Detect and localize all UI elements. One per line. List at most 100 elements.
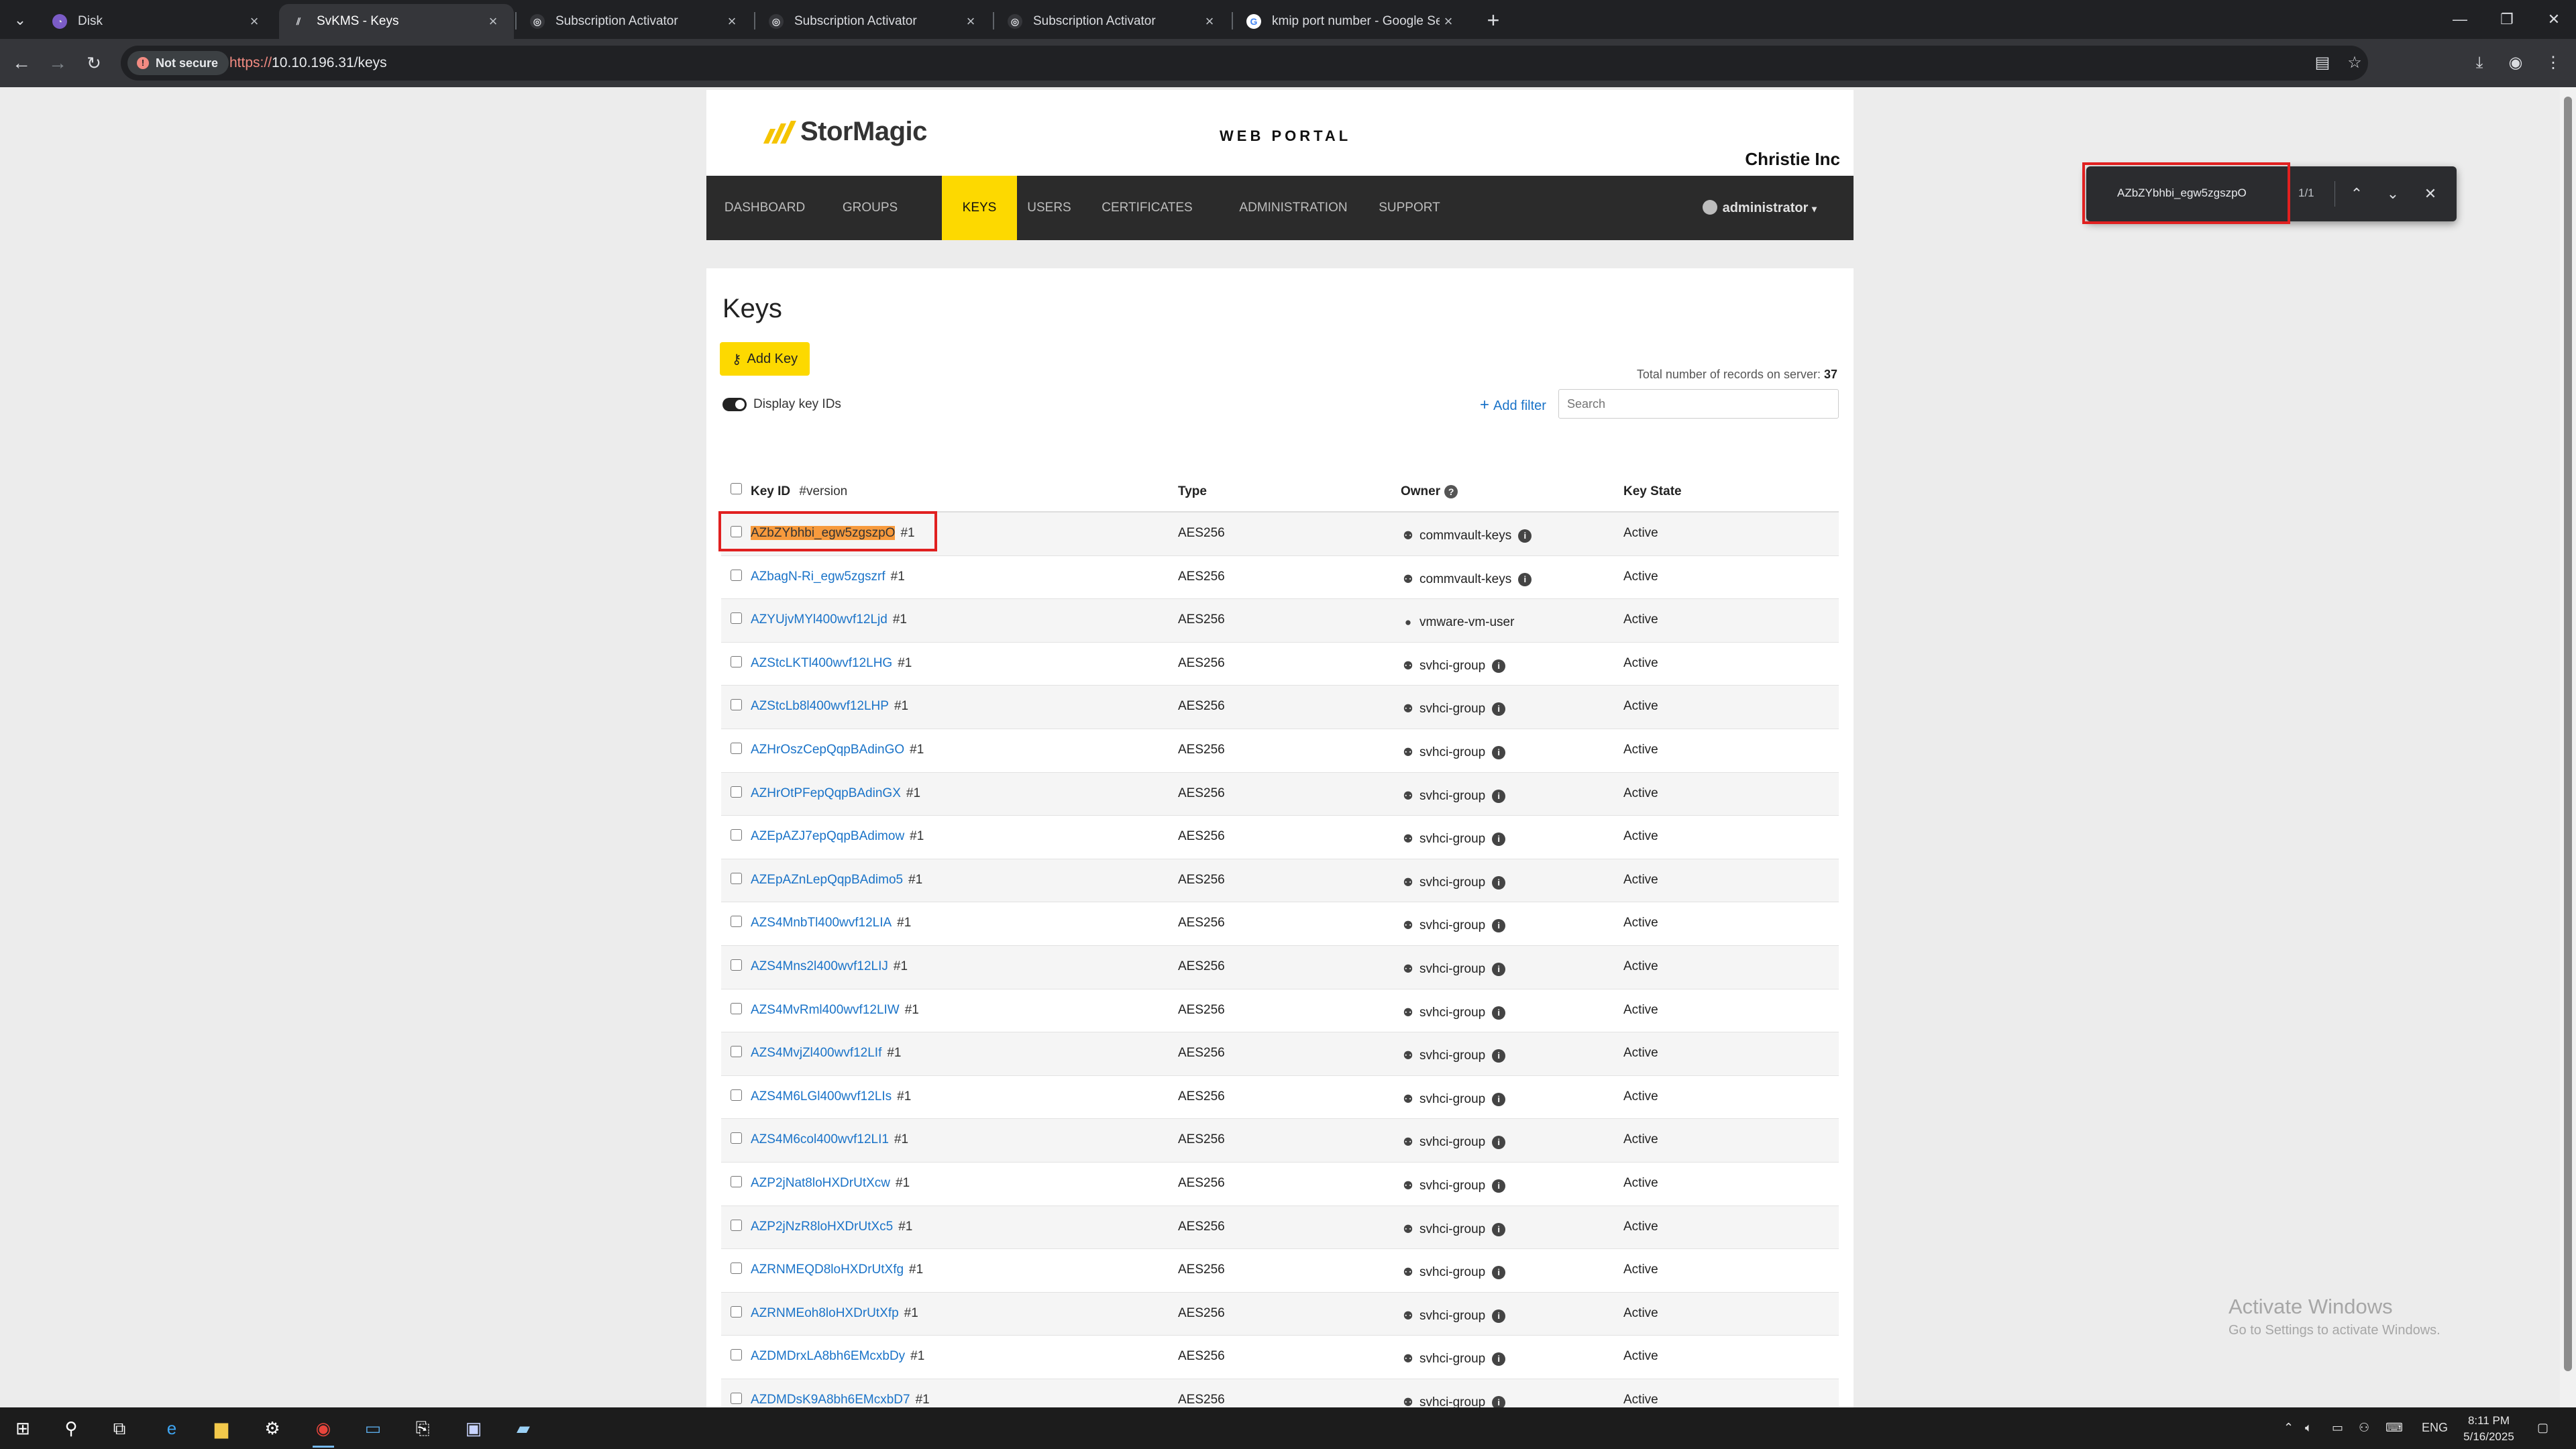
find-next-icon[interactable]: ⌄ [2380, 181, 2406, 207]
owner-info-icon[interactable]: i [1492, 1395, 1506, 1407]
owner-info-icon[interactable]: i [1492, 1049, 1506, 1063]
notifications-icon[interactable]: ▢ [2537, 1421, 2548, 1435]
windows-start-icon[interactable]: ⊞ [9, 1415, 36, 1442]
key-id-link[interactable]: AZHrOszCepQqpBAdinGO [751, 743, 904, 757]
close-tab-icon[interactable]: × [246, 13, 263, 30]
stormagic-logo[interactable]: StorMagic [763, 117, 927, 147]
owner-info-icon[interactable]: i [1492, 789, 1506, 803]
key-id-link[interactable]: AZS4Mns2l400wvf12LIJ [751, 959, 888, 973]
browser-menu-icon[interactable]: ⋮ [2540, 50, 2567, 76]
owner-info-icon[interactable]: i [1492, 875, 1506, 890]
task-view-icon[interactable]: ⧉ [106, 1415, 133, 1442]
key-id-link[interactable]: AZS4M6col400wvf12LI1 [751, 1132, 889, 1146]
browser-tab[interactable]: ◎ Subscription Activator × [996, 4, 1230, 39]
row-checkbox[interactable] [731, 1393, 742, 1404]
row-checkbox[interactable] [731, 872, 742, 884]
scrollbar-thumb[interactable] [2564, 97, 2572, 1371]
url-text[interactable]: https://10.10.196.31/keys [229, 55, 387, 71]
row-checkbox[interactable] [731, 1305, 742, 1318]
owner-info-icon[interactable]: i [1492, 1222, 1506, 1236]
key-id-link[interactable]: AZRNMEoh8loHXDrUtXfp [751, 1306, 899, 1320]
table-row[interactable]: AZEpAZJ7epQqpBAdimow #1 AES256 ⚉ svhci-group… [721, 816, 1839, 859]
key-id-link[interactable]: AZYUjvMYl400wvf12Ljd [751, 612, 888, 627]
table-row[interactable]: AZHrOtPFepQqpBAdinGX #1 AES256 ⚉ svhci-group… [721, 772, 1839, 816]
owner-info-icon[interactable]: i [1492, 1266, 1506, 1280]
nav-item-dashboard[interactable]: DASHBOARD [706, 176, 823, 240]
key-id-link[interactable]: AZDMDsK9A8bh6EMcxbD7 [751, 1393, 910, 1407]
nav-item-users[interactable]: USERS [1017, 176, 1081, 240]
close-tab-icon[interactable]: × [1440, 13, 1457, 30]
owner-info-icon[interactable]: i [1492, 833, 1506, 847]
table-row[interactable]: AZDMDrxLA8bh6EMcxbDy #1 AES256 ⚉ svhci-group… [721, 1336, 1839, 1379]
key-id-link[interactable]: AZbagN-Ri_egw5zgszrf [751, 570, 885, 584]
table-row[interactable]: AZS4Mns2l400wvf12LIJ #1 AES256 ⚉ svhci-group… [721, 946, 1839, 989]
nav-item-support[interactable]: SUPPORT [1370, 176, 1449, 240]
table-row[interactable]: AZS4MvjZl400wvf12LIf #1 AES256 ⚉ svhci-group… [721, 1032, 1839, 1076]
nav-item-certificates[interactable]: CERTIFICATES [1097, 176, 1197, 240]
table-row[interactable]: AZRNMEQD8loHXDrUtXfg #1 AES256 ⚉ svhci-group… [721, 1249, 1839, 1293]
powershell-icon[interactable]: ▰ [510, 1415, 537, 1442]
row-checkbox[interactable] [731, 612, 742, 625]
select-all-checkbox[interactable] [731, 483, 742, 494]
network-icon[interactable]: ▭ [2332, 1421, 2343, 1435]
find-close-icon[interactable]: ✕ [2418, 181, 2443, 207]
key-id-link[interactable]: AZHrOtPFepQqpBAdinGX [751, 786, 901, 800]
column-key-id[interactable]: Key ID #version [751, 484, 847, 499]
key-id-link[interactable]: AZEpAZJ7epQqpBAdimow [751, 829, 904, 843]
tray-overflow-icon[interactable]: ⌃ [2284, 1421, 2294, 1435]
key-id-link[interactable]: AZDMDrxLA8bh6EMcxbDy [751, 1349, 905, 1363]
close-tab-icon[interactable]: × [484, 13, 502, 30]
table-row[interactable]: AZEpAZnLepQqpBAdimo5 #1 AES256 ⚉ svhci-group… [721, 859, 1839, 903]
owner-info-icon[interactable]: i [1492, 919, 1506, 933]
download-icon[interactable]: ⤓ [2466, 50, 2493, 76]
browser-tab[interactable]: ⫽ SvKMS - Keys × [279, 4, 514, 39]
table-row[interactable]: AZS4MnbTl400wvf12LIA #1 AES256 ⚉ svhci-group… [721, 902, 1839, 946]
column-type[interactable]: Type [1178, 484, 1207, 499]
vpn-icon[interactable]: ⚇ [2359, 1421, 2369, 1435]
edge-browser-icon[interactable]: e [158, 1415, 185, 1442]
row-checkbox[interactable] [731, 1132, 742, 1144]
row-checkbox[interactable] [731, 699, 742, 711]
bookmark-star-icon[interactable]: ☆ [2341, 50, 2368, 76]
owner-info-icon[interactable]: i [1492, 1092, 1506, 1106]
table-row[interactable]: AZYUjvMYl400wvf12Ljd #1 AES256 ● vmware-vm-u… [721, 599, 1839, 643]
key-id-link[interactable]: AZRNMEQD8loHXDrUtXfg [751, 1263, 904, 1277]
add-filter-link[interactable]: + Add filter [1480, 396, 1546, 415]
reload-icon[interactable]: ↻ [80, 50, 107, 76]
owner-info-icon[interactable]: i [1518, 572, 1532, 586]
table-row[interactable]: AZStcLKTl400wvf12LHG #1 AES256 ⚉ svhci-group… [721, 643, 1839, 686]
settings-gear-icon[interactable]: ⚙ [259, 1415, 286, 1442]
tab-search-chevron-icon[interactable]: ⌄ [7, 7, 34, 34]
row-checkbox[interactable] [731, 829, 742, 841]
table-row[interactable]: AZbagN-Ri_egw5zgszrf #1 AES256 ⚉ commvault-k… [721, 556, 1839, 600]
table-row[interactable]: AZStcLb8l400wvf12LHP #1 AES256 ⚉ svhci-group… [721, 686, 1839, 729]
row-checkbox[interactable] [731, 743, 742, 754]
row-checkbox[interactable] [731, 1263, 742, 1275]
forward-icon[interactable]: → [44, 50, 71, 76]
user-menu[interactable]: administrator ▾ [1702, 176, 1817, 240]
new-tab-button[interactable]: + [1480, 7, 1507, 34]
key-id-link[interactable]: AZS4M6LGl400wvf12LIs [751, 1089, 892, 1104]
row-checkbox[interactable] [731, 1046, 742, 1058]
find-previous-icon[interactable]: ⌃ [2344, 181, 2369, 207]
row-checkbox[interactable] [731, 916, 742, 928]
row-checkbox[interactable] [731, 1176, 742, 1187]
row-checkbox[interactable] [731, 1349, 742, 1361]
owner-info-icon[interactable]: i [1492, 962, 1506, 976]
keyboard-icon[interactable]: ⌨ [2385, 1421, 2403, 1435]
owner-info-icon[interactable]: i [1492, 659, 1506, 673]
table-row[interactable]: AZS4M6LGl400wvf12LIs #1 AES256 ⚉ svhci-group… [721, 1076, 1839, 1120]
key-id-link[interactable]: AZP2jNzR8loHXDrUtXc5 [751, 1220, 893, 1234]
chrome-browser-icon[interactable]: ◉ [310, 1415, 337, 1448]
key-id-link[interactable]: AZS4MvjZl400wvf12LIf [751, 1046, 881, 1060]
search-icon[interactable]: ⚲ [58, 1415, 85, 1442]
close-tab-icon[interactable]: × [1201, 13, 1218, 30]
remote-desktop-icon[interactable]: ▣ [460, 1415, 487, 1442]
column-owner[interactable]: Owner? [1401, 484, 1458, 499]
not-secure-badge[interactable]: ! Not secure [127, 51, 229, 75]
row-checkbox[interactable] [731, 1089, 742, 1101]
column-key-state[interactable]: Key State [1623, 484, 1682, 499]
nav-item-groups[interactable]: GROUPS [823, 176, 917, 240]
volume-icon[interactable]: 🔈︎ [2305, 1421, 2312, 1435]
find-query-input[interactable]: AZbZYbhbi_egw5zgszpO [2117, 186, 2247, 200]
